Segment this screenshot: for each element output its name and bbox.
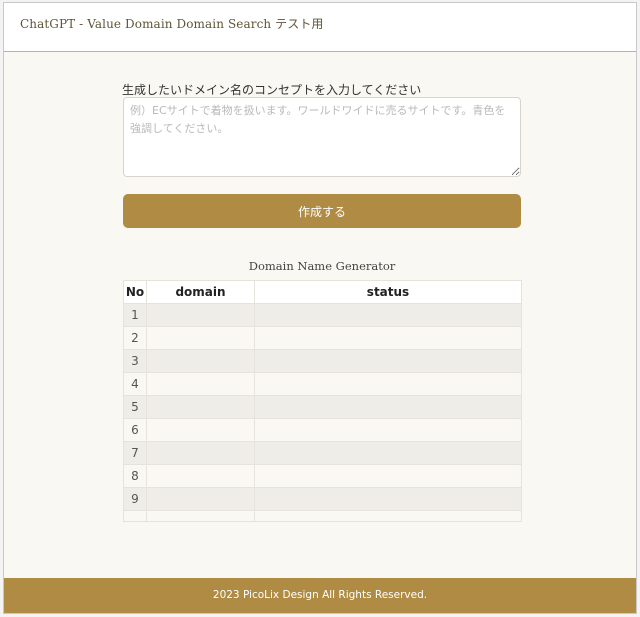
domain-cell [146,464,255,488]
status-cell [254,303,522,327]
domain-cell [146,372,255,396]
domain-cell [146,349,255,373]
domain-cell [146,487,255,511]
status-cell [254,395,522,419]
status-cell [254,487,522,511]
table-row: 1 [123,303,522,327]
table-row [123,510,522,522]
row-number-cell: 1 [123,303,147,327]
table-body: 123456789 [123,303,522,522]
status-cell [254,349,522,373]
table-row: 7 [123,441,522,465]
table-row: 6 [123,418,522,442]
table-caption: Domain Name Generator [248,259,396,273]
row-number-cell: 3 [123,349,147,373]
row-number-cell: 6 [123,418,147,442]
row-number-cell [123,510,147,522]
status-cell [254,464,522,488]
row-number-cell: 4 [123,372,147,396]
domain-cell [146,418,255,442]
concept-label: 生成したいドメイン名のコンセプトを入力してください [122,83,422,97]
main-content: 生成したいドメイン名のコンセプトを入力してください 作成する Domain Na… [4,52,636,579]
row-number-cell: 2 [123,326,147,350]
table-row: 4 [123,372,522,396]
table-row: 5 [123,395,522,419]
row-number-cell: 9 [123,487,147,511]
table-header-row: No domain status [123,280,522,304]
page-footer: 2023 PicoLix Design All Rights Reserved. [4,578,636,613]
status-cell [254,510,522,522]
table-row: 2 [123,326,522,350]
status-cell [254,441,522,465]
domain-cell [146,441,255,465]
domain-cell [146,326,255,350]
row-number-cell: 8 [123,464,147,488]
app-window: ChatGPT - Value Domain Domain Search テスト… [3,2,637,614]
domain-cell [146,510,255,522]
status-cell [254,372,522,396]
domain-cell [146,395,255,419]
page-header: ChatGPT - Value Domain Domain Search テスト… [4,3,636,52]
table-row: 3 [123,349,522,373]
status-cell [254,418,522,442]
create-button[interactable]: 作成する [123,194,521,228]
copyright-text: 2023 PicoLix Design All Rights Reserved. [212,589,428,601]
concept-textarea[interactable] [123,97,521,177]
column-header-no: No [123,280,147,304]
column-header-status: status [254,280,522,304]
status-cell [254,326,522,350]
table-row: 9 [123,487,522,511]
domain-results-table: No domain status 123456789 [123,280,522,522]
row-number-cell: 7 [123,441,147,465]
site-title: ChatGPT - Value Domain Domain Search テスト… [20,17,324,31]
table-row: 8 [123,464,522,488]
column-header-domain: domain [146,280,255,304]
row-number-cell: 5 [123,395,147,419]
domain-cell [146,303,255,327]
